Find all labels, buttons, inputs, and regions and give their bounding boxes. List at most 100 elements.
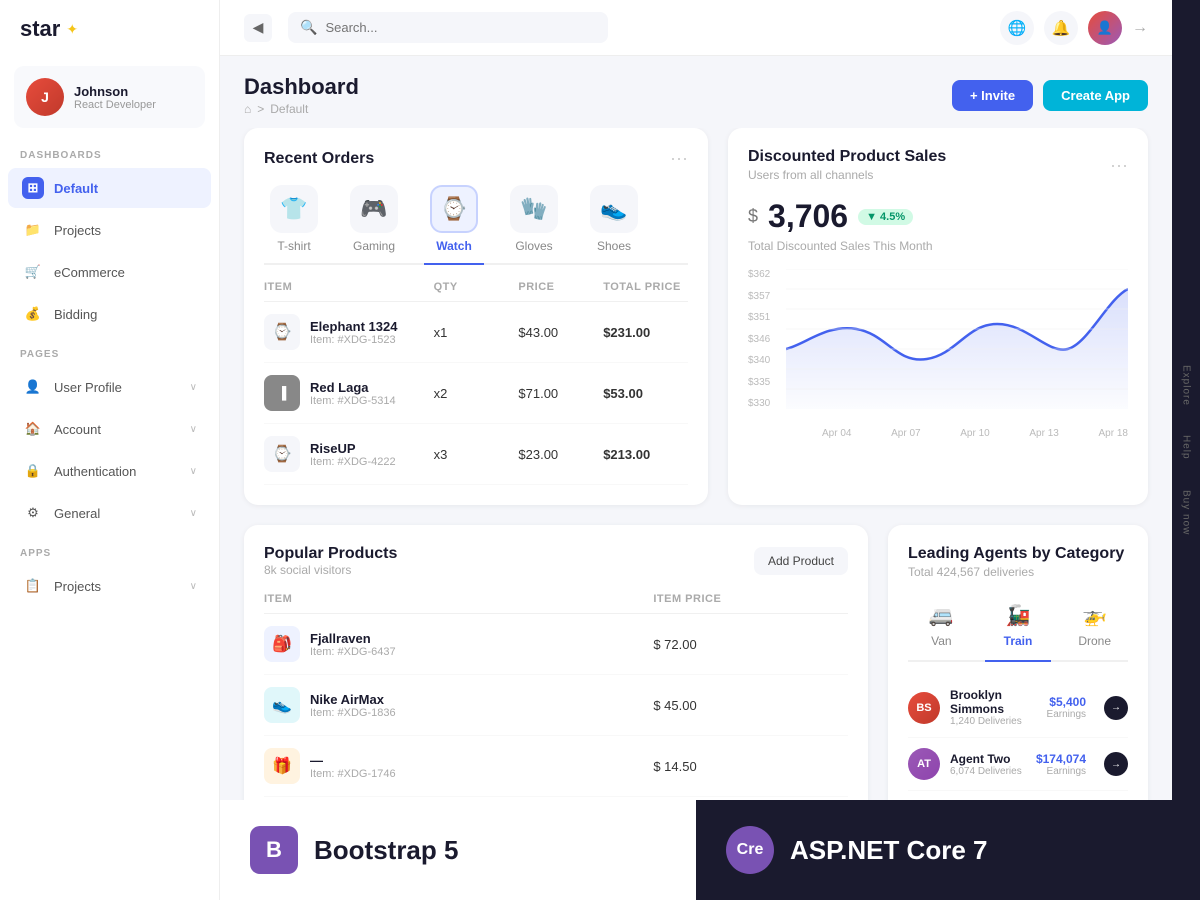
sidebar-item-bidding[interactable]: 💰 Bidding bbox=[8, 294, 211, 334]
dashboards-section-label: DASHBOARDS bbox=[0, 136, 219, 167]
agent-1-earnings-label: Earnings bbox=[1047, 709, 1086, 720]
apps-section-label: APPS bbox=[0, 534, 219, 565]
van-icon: 🚐 bbox=[929, 603, 954, 628]
user-card[interactable]: J Johnson React Developer bbox=[14, 66, 205, 128]
globe-button[interactable]: 🌐 bbox=[1000, 11, 1034, 45]
sidebar-item-user-profile[interactable]: 👤 User Profile ∨ bbox=[8, 367, 211, 407]
search-input[interactable] bbox=[325, 20, 596, 35]
sidebar-item-account[interactable]: 🏠 Account ∨ bbox=[8, 409, 211, 449]
sidebar-item-default-label: Default bbox=[54, 181, 98, 196]
grid-icon: ⊞ bbox=[22, 177, 44, 199]
pp-item-1-price: $ 72.00 bbox=[653, 637, 848, 652]
pp-item-1: 🎒 Fjallraven Item: #XDG-6437 bbox=[264, 626, 653, 662]
tab-gaming[interactable]: 🎮 Gaming bbox=[344, 185, 404, 265]
recent-orders-menu-icon[interactable]: ··· bbox=[670, 148, 688, 169]
explore-label[interactable]: Explore bbox=[1181, 365, 1192, 406]
agent-2-name: Agent Two bbox=[950, 752, 1026, 766]
tab-shoes[interactable]: 👟 Shoes bbox=[584, 185, 644, 265]
recent-orders-header: Recent Orders ··· bbox=[264, 148, 688, 169]
discounted-sales-title-group: Discounted Product Sales Users from all … bbox=[748, 148, 946, 182]
sidebar-item-projects-app[interactable]: 📋 Projects ∨ bbox=[8, 566, 211, 606]
order-row-2: ▐ Red Laga Item: #XDG-5314 x2 $71.00 $53… bbox=[264, 363, 688, 424]
pp-title-group: Popular Products 8k social visitors bbox=[264, 545, 397, 577]
buy-now-label[interactable]: Buy now bbox=[1181, 490, 1192, 535]
breadcrumb: ⌂ > Default bbox=[244, 102, 359, 116]
tab-watch[interactable]: ⌚ Watch bbox=[424, 185, 484, 265]
popular-products-card: Popular Products 8k social visitors Add … bbox=[244, 525, 868, 800]
agent-1-avatar: BS bbox=[908, 692, 940, 724]
y-label-2: $357 bbox=[748, 291, 770, 302]
discounted-sales-menu-icon[interactable]: ··· bbox=[1110, 155, 1128, 176]
user-avatar-header[interactable]: 👤 bbox=[1088, 11, 1122, 45]
tab-tshirt[interactable]: 👕 T-shirt bbox=[264, 185, 324, 265]
deliveries-label-2: Deliveries bbox=[978, 766, 1022, 777]
promo-bar: B Bootstrap 5 Cre ASP.NET Core 7 bbox=[220, 800, 1172, 900]
discounted-sales-subtitle: Users from all channels bbox=[748, 168, 946, 182]
pp-row-3: 🎁 — Item: #XDG-1746 $ 14.50 bbox=[264, 736, 848, 797]
pp-item-1-sku: Item: #XDG-6437 bbox=[310, 646, 396, 658]
order-item-1-price: $43.00 bbox=[518, 325, 603, 340]
agent-1-earnings: $5,400 bbox=[1047, 695, 1086, 709]
shoes-icon: 👟 bbox=[590, 185, 638, 233]
search-bar[interactable]: 🔍 bbox=[288, 12, 608, 43]
cat-btn-drone[interactable]: 🚁 Drone bbox=[1061, 595, 1128, 662]
chart-svg bbox=[786, 269, 1128, 409]
order-item-2-price: $71.00 bbox=[518, 386, 603, 401]
help-label[interactable]: Help bbox=[1181, 435, 1192, 460]
sidebar-item-ecommerce[interactable]: 🛒 eCommerce bbox=[8, 252, 211, 292]
add-product-button[interactable]: Add Product bbox=[754, 547, 848, 575]
agent-row-3: ZA Zuid Area 357 Deliveries $2,737 Earni… bbox=[908, 791, 1128, 800]
order-item-1-icon: ⌚ bbox=[264, 314, 300, 350]
pp-row-1: 🎒 Fjallraven Item: #XDG-6437 $ 72.00 bbox=[264, 614, 848, 675]
arrow-right-icon[interactable]: → bbox=[1132, 19, 1148, 37]
sidebar-item-bidding-label: Bidding bbox=[54, 307, 97, 322]
pp-item-2-icon: 👟 bbox=[264, 687, 300, 723]
tab-gloves[interactable]: 🧤 Gloves bbox=[504, 185, 564, 265]
chevron-down-icon-3: ∨ bbox=[190, 466, 197, 477]
invite-button[interactable]: + Invite bbox=[952, 80, 1033, 111]
main-content: ◀ 🔍 🌐 🔔 👤 → Dashboard ⌂ > Default bbox=[220, 0, 1172, 900]
cat-btn-van[interactable]: 🚐 Van bbox=[908, 595, 975, 662]
pp-item-2: 👟 Nike AirMax Item: #XDG-1836 bbox=[264, 687, 653, 723]
sidebar-item-authentication[interactable]: 🔒 Authentication ∨ bbox=[8, 451, 211, 491]
sidebar-item-projects-label: Projects bbox=[54, 223, 101, 238]
order-item-3-info: RiseUP Item: #XDG-4222 bbox=[310, 441, 396, 468]
user-avatar: J bbox=[26, 78, 64, 116]
order-item-3-price: $23.00 bbox=[518, 447, 603, 462]
cat-btn-train[interactable]: 🚂 Train bbox=[985, 595, 1052, 662]
tab-shoes-label: Shoes bbox=[597, 239, 631, 253]
bootstrap-text: Bootstrap 5 bbox=[314, 835, 458, 866]
create-app-button[interactable]: Create App bbox=[1043, 80, 1148, 111]
agent-1-rating-button[interactable]: → bbox=[1104, 696, 1128, 720]
pp-header: Popular Products 8k social visitors Add … bbox=[264, 545, 848, 577]
content-area: Recent Orders ··· 👕 T-shirt 🎮 Gaming ⌚ bbox=[220, 128, 1172, 800]
agent-1-earnings-section: $5,400 Earnings bbox=[1047, 695, 1086, 720]
y-label-4: $346 bbox=[748, 334, 770, 345]
sidebar-item-general-label: General bbox=[54, 506, 100, 521]
agent-1-deliveries: 1,240 bbox=[950, 716, 975, 727]
sidebar-item-general[interactable]: ⚙ General ∨ bbox=[8, 493, 211, 533]
order-item-3-icon: ⌚ bbox=[264, 436, 300, 472]
discounted-sales-amount: $ 3,706 ▼ 4.5% bbox=[748, 198, 1128, 235]
order-item-1-total: $231.00 bbox=[603, 325, 688, 340]
user-info: Johnson React Developer bbox=[74, 84, 156, 111]
folder-icon: 📁 bbox=[22, 219, 44, 241]
collapse-button[interactable]: ◀ bbox=[244, 14, 272, 42]
search-icon: 🔍 bbox=[300, 19, 317, 36]
agent-2-earnings-section: $174,074 Earnings bbox=[1036, 752, 1086, 777]
sidebar-item-projects[interactable]: 📁 Projects bbox=[8, 210, 211, 250]
header-right: 🌐 🔔 👤 → bbox=[1000, 11, 1148, 45]
aspnet-text: ASP.NET Core 7 bbox=[790, 835, 987, 866]
x-label-1: Apr 04 bbox=[822, 428, 851, 439]
bootstrap-promo: B Bootstrap 5 bbox=[220, 800, 696, 900]
notification-button[interactable]: 🔔 bbox=[1044, 11, 1078, 45]
sidebar-item-default[interactable]: ⊞ Default bbox=[8, 168, 211, 208]
pp-item-2-info: Nike AirMax Item: #XDG-1836 bbox=[310, 692, 396, 719]
tab-gaming-label: Gaming bbox=[353, 239, 395, 253]
y-label-3: $351 bbox=[748, 312, 770, 323]
order-item-2-total: $53.00 bbox=[603, 386, 688, 401]
page-header: Dashboard ⌂ > Default + Invite Create Ap… bbox=[220, 56, 1172, 128]
agent-2-rating-button[interactable]: → bbox=[1104, 752, 1128, 776]
order-row-3: ⌚ RiseUP Item: #XDG-4222 x3 $23.00 $213.… bbox=[264, 424, 688, 485]
page-actions: + Invite Create App bbox=[952, 80, 1148, 111]
